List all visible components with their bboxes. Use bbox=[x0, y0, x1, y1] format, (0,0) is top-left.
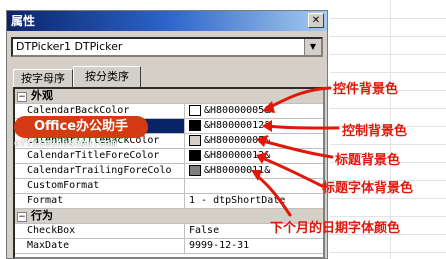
annotation-label: 控制背景色 bbox=[342, 124, 408, 139]
arrow-3 bbox=[260, 139, 334, 159]
arrow-2 bbox=[266, 124, 340, 130]
arrow-1 bbox=[266, 86, 332, 110]
arrow-4 bbox=[260, 156, 324, 188]
annotation-label: 标题背景色 bbox=[335, 153, 401, 168]
annotation-label: 控件背景色 bbox=[333, 82, 399, 97]
annotation-label: 下个月的日期字体颜色 bbox=[270, 221, 401, 236]
annotation-label: 标题字体背景色 bbox=[322, 181, 414, 196]
arrow-5 bbox=[254, 173, 292, 217]
